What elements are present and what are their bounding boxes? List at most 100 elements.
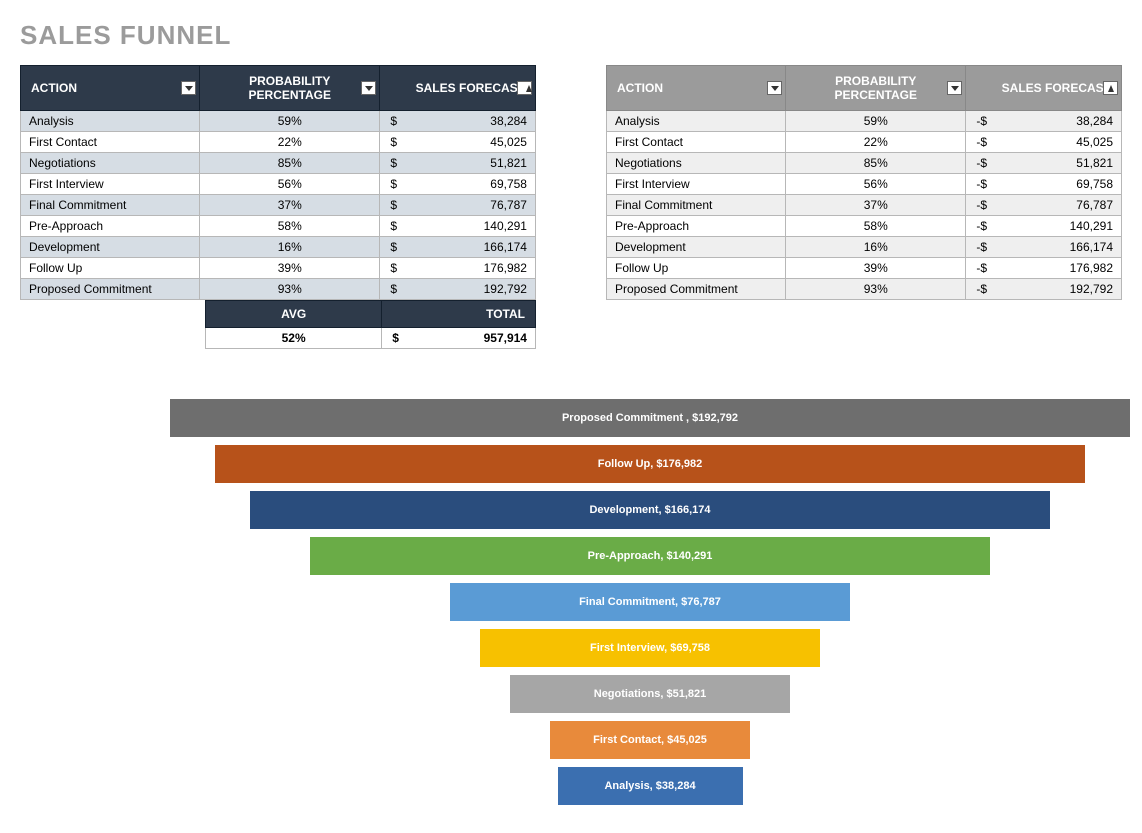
cell-prob: 58%	[200, 216, 380, 237]
cell-forecast: $51,821	[380, 153, 536, 174]
cell-prob: 22%	[200, 132, 380, 153]
cell-forecast: -$166,174	[966, 237, 1122, 258]
table-row: First Contact22%$45,025	[21, 132, 536, 153]
summary-table: AVG TOTAL 52% $957,914	[205, 300, 536, 349]
col-prob: PROBABILITY PERCENTAGE	[786, 66, 966, 111]
cell-forecast: -$69,758	[966, 174, 1122, 195]
funnel-bar: Final Commitment, $76,787	[450, 583, 850, 621]
cell-action: Follow Up	[21, 258, 200, 279]
cell-prob: 93%	[786, 279, 966, 300]
cell-forecast: -$176,982	[966, 258, 1122, 279]
table-row: Pre-Approach58%-$140,291	[606, 216, 1121, 237]
cell-prob: 93%	[200, 279, 380, 300]
cell-action: First Contact	[606, 132, 785, 153]
table-row: First Interview56%$69,758	[21, 174, 536, 195]
avg-value: 52%	[206, 328, 382, 349]
col-forecast-label: SALES FORECAST	[1002, 81, 1111, 95]
cell-forecast: $192,792	[380, 279, 536, 300]
total-header: TOTAL	[382, 301, 536, 328]
cell-action: Development	[21, 237, 200, 258]
cell-prob: 85%	[786, 153, 966, 174]
funnel-bar: First Interview, $69,758	[480, 629, 820, 667]
cell-prob: 39%	[786, 258, 966, 279]
left-table: ACTION PROBABILITY PERCENTAGE SALES FORE…	[20, 65, 536, 300]
col-prob-label: PROBABILITY PERCENTAGE	[835, 74, 917, 102]
filter-dropdown-icon[interactable]	[361, 81, 376, 95]
funnel-chart: Proposed Commitment , $192,792Follow Up,…	[150, 399, 1142, 805]
cell-prob: 85%	[200, 153, 380, 174]
table-row: Final Commitment37%$76,787	[21, 195, 536, 216]
cell-prob: 59%	[200, 111, 380, 132]
cell-action: First Contact	[21, 132, 200, 153]
cell-prob: 16%	[786, 237, 966, 258]
col-forecast-label: SALES FORECAST	[416, 81, 525, 95]
cell-forecast: $140,291	[380, 216, 536, 237]
cell-prob: 56%	[200, 174, 380, 195]
cell-action: Development	[606, 237, 785, 258]
col-forecast: SALES FORECAST	[966, 66, 1122, 111]
table-row: Pre-Approach58%$140,291	[21, 216, 536, 237]
cell-action: Analysis	[606, 111, 785, 132]
table-row: Development16%$166,174	[21, 237, 536, 258]
table-row: Analysis59%-$38,284	[606, 111, 1121, 132]
filter-dropdown-icon[interactable]	[767, 81, 782, 95]
cell-prob: 56%	[786, 174, 966, 195]
cell-prob: 39%	[200, 258, 380, 279]
col-forecast: SALES FORECAST	[380, 66, 536, 111]
funnel-bar: Analysis, $38,284	[558, 767, 743, 805]
cell-action: Pre-Approach	[21, 216, 200, 237]
cell-forecast: -$192,792	[966, 279, 1122, 300]
table-row: Final Commitment37%-$76,787	[606, 195, 1121, 216]
funnel-bar: Follow Up, $176,982	[215, 445, 1085, 483]
cell-forecast: -$140,291	[966, 216, 1122, 237]
col-action-label: ACTION	[31, 81, 77, 95]
cell-prob: 58%	[786, 216, 966, 237]
table-row: First Interview56%-$69,758	[606, 174, 1121, 195]
cell-prob: 37%	[200, 195, 380, 216]
cell-forecast: $76,787	[380, 195, 536, 216]
cell-forecast: $45,025	[380, 132, 536, 153]
filter-dropdown-icon[interactable]	[947, 81, 962, 95]
funnel-bar: First Contact, $45,025	[550, 721, 750, 759]
cell-action: First Interview	[606, 174, 785, 195]
col-prob-label: PROBABILITY PERCENTAGE	[249, 74, 331, 102]
cell-prob: 59%	[786, 111, 966, 132]
funnel-bar: Pre-Approach, $140,291	[310, 537, 990, 575]
total-value: $957,914	[382, 328, 536, 349]
col-prob: PROBABILITY PERCENTAGE	[200, 66, 380, 111]
table-row: Follow Up39%$176,982	[21, 258, 536, 279]
tables-row: ACTION PROBABILITY PERCENTAGE SALES FORE…	[20, 65, 1122, 349]
cell-prob: 37%	[786, 195, 966, 216]
cell-action: Analysis	[21, 111, 200, 132]
table-row: Proposed Commitment93%-$192,792	[606, 279, 1121, 300]
cell-forecast: $176,982	[380, 258, 536, 279]
table-row: Development16%-$166,174	[606, 237, 1121, 258]
sort-asc-icon[interactable]	[517, 81, 532, 95]
cell-forecast: $38,284	[380, 111, 536, 132]
cell-action: Negotiations	[21, 153, 200, 174]
cell-forecast: -$45,025	[966, 132, 1122, 153]
cell-forecast: $166,174	[380, 237, 536, 258]
cell-action: Proposed Commitment	[606, 279, 785, 300]
cell-prob: 16%	[200, 237, 380, 258]
filter-dropdown-icon[interactable]	[181, 81, 196, 95]
cell-action: First Interview	[21, 174, 200, 195]
table-row: First Contact22%-$45,025	[606, 132, 1121, 153]
cell-action: Pre-Approach	[606, 216, 785, 237]
cell-action: Final Commitment	[606, 195, 785, 216]
cell-forecast: -$76,787	[966, 195, 1122, 216]
cell-action: Negotiations	[606, 153, 785, 174]
left-table-wrap: ACTION PROBABILITY PERCENTAGE SALES FORE…	[20, 65, 536, 349]
avg-header: AVG	[206, 301, 382, 328]
table-row: Follow Up39%-$176,982	[606, 258, 1121, 279]
sort-asc-icon[interactable]	[1103, 81, 1118, 95]
table-row: Negotiations85%$51,821	[21, 153, 536, 174]
cell-forecast: $69,758	[380, 174, 536, 195]
cell-forecast: -$38,284	[966, 111, 1122, 132]
col-action-label: ACTION	[617, 81, 663, 95]
col-action: ACTION	[606, 66, 785, 111]
table-row: Negotiations85%-$51,821	[606, 153, 1121, 174]
cell-action: Follow Up	[606, 258, 785, 279]
table-row: Proposed Commitment93%$192,792	[21, 279, 536, 300]
cell-prob: 22%	[786, 132, 966, 153]
